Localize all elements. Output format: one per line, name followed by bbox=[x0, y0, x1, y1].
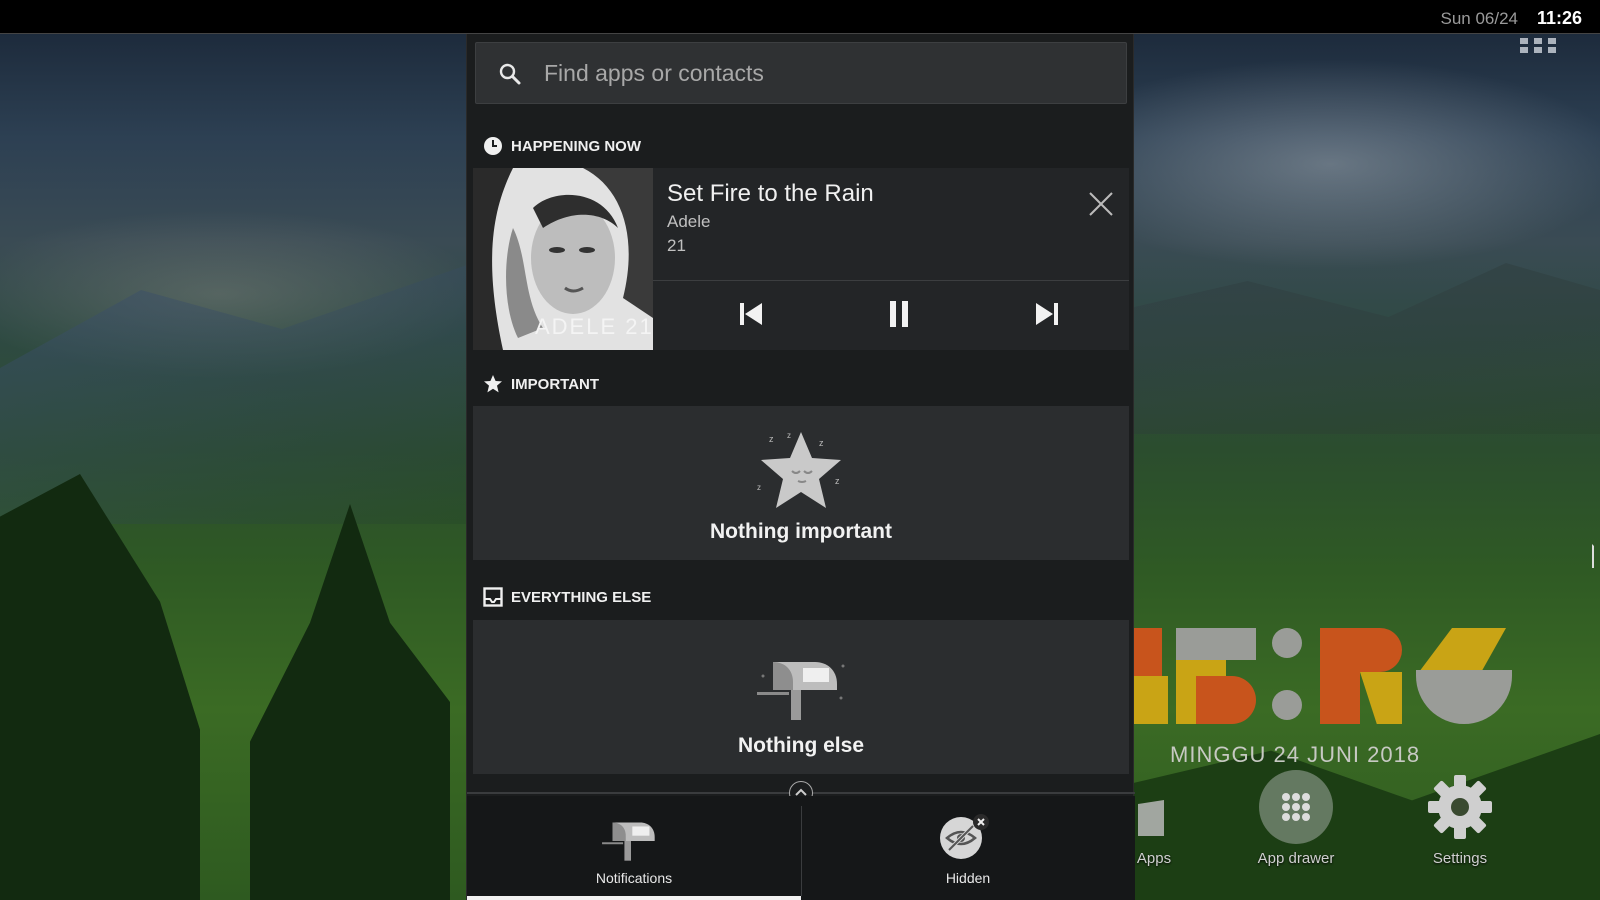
pause-icon[interactable] bbox=[879, 294, 919, 334]
section-everything-else: EVERYTHING ELSE bbox=[483, 585, 651, 609]
svg-text:z: z bbox=[787, 431, 791, 440]
status-time: 11:26 bbox=[1536, 8, 1582, 28]
gear-icon bbox=[1423, 770, 1497, 844]
apps-icon bbox=[1134, 770, 1174, 844]
wallpaper-mountain-right bbox=[1130, 263, 1600, 434]
mailbox-icon bbox=[602, 822, 655, 861]
edge-handle[interactable] bbox=[1592, 544, 1600, 568]
mailbox-icon bbox=[757, 662, 845, 720]
status-bar: Sun 06/24 11:26 bbox=[0, 0, 1600, 34]
song-album: 21 bbox=[667, 236, 686, 255]
sleeping-star-icon: z z z z z bbox=[757, 431, 841, 508]
svg-text:z: z bbox=[769, 434, 774, 444]
notification-panel: HAPPENING NOW ADELE 21 Set Fire to the R… bbox=[466, 34, 1135, 900]
section-important: IMPORTANT bbox=[483, 372, 599, 396]
next-track-icon[interactable] bbox=[1027, 294, 1067, 334]
album-art-text: ADELE 21 bbox=[535, 314, 653, 339]
dock-app-drawer[interactable]: App drawer bbox=[1246, 770, 1346, 867]
grid-icon[interactable] bbox=[1520, 38, 1558, 53]
everything-else-empty-label: Nothing else bbox=[737, 734, 864, 757]
section-happening-now: HAPPENING NOW bbox=[483, 134, 641, 158]
tab-notifications-label: Notifications bbox=[595, 870, 673, 886]
inbox-icon bbox=[483, 587, 503, 607]
star-icon bbox=[484, 375, 502, 393]
dock-label-apps: Apps bbox=[1136, 850, 1172, 867]
section-title-important: IMPORTANT bbox=[511, 375, 600, 393]
everything-else-empty-card: Nothing else bbox=[473, 620, 1129, 774]
close-icon[interactable] bbox=[1087, 190, 1115, 218]
clock-date: MINGGU 24 JUNI 2018 bbox=[1170, 742, 1421, 767]
clock-icon bbox=[484, 137, 502, 155]
dock-label-settings: Settings bbox=[1432, 850, 1488, 867]
status-date: Sun 06/24 bbox=[1440, 9, 1518, 28]
now-playing-divider bbox=[653, 280, 1129, 281]
svg-text:z: z bbox=[819, 438, 824, 448]
previous-track-icon[interactable] bbox=[731, 294, 771, 334]
bottom-tabs: Notifications Hidden bbox=[467, 796, 1135, 900]
svg-text:z: z bbox=[835, 476, 840, 486]
now-playing-card[interactable]: ADELE 21 Set Fire to the Rain Adele 21 bbox=[473, 168, 1129, 350]
important-empty-label: Nothing important bbox=[710, 520, 892, 543]
important-empty-card: z z z z z Nothing important bbox=[473, 406, 1129, 560]
wallpaper-trees-mid bbox=[250, 504, 450, 900]
app-drawer-icon bbox=[1259, 770, 1333, 844]
tab-notifications[interactable]: Notifications bbox=[467, 796, 801, 900]
section-title-happening-now: HAPPENING NOW bbox=[511, 137, 642, 155]
dock-settings[interactable]: Settings bbox=[1410, 770, 1510, 867]
svg-text:z: z bbox=[757, 483, 761, 492]
tab-selected-indicator bbox=[467, 896, 801, 900]
search-input[interactable] bbox=[544, 58, 1104, 88]
search-icon bbox=[499, 63, 521, 85]
wallpaper-trees-left bbox=[0, 474, 200, 900]
dock-apps[interactable]: Apps bbox=[1134, 770, 1174, 867]
section-title-everything-else: EVERYTHING ELSE bbox=[511, 588, 652, 606]
song-artist: Adele bbox=[667, 212, 711, 231]
album-art: ADELE 21 bbox=[473, 168, 653, 350]
tab-hidden-label: Hidden bbox=[945, 870, 991, 886]
search-bar[interactable] bbox=[475, 42, 1127, 104]
hidden-eye-icon bbox=[940, 814, 989, 859]
clock-widget[interactable] bbox=[1132, 628, 1522, 728]
tab-hidden[interactable]: Hidden bbox=[801, 796, 1135, 900]
dock-label-app-drawer: App drawer bbox=[1257, 850, 1335, 867]
song-title: Set Fire to the Rain bbox=[667, 180, 874, 207]
